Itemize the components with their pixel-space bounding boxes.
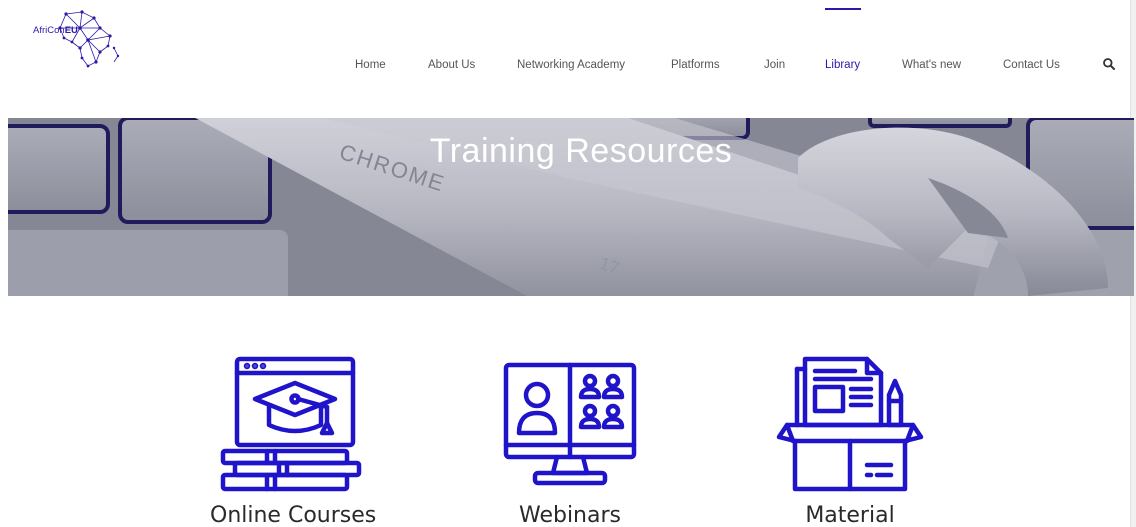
africa-network-logo-icon — [58, 10, 120, 68]
site-header: AfriConEU Home About Us Networking Acade… — [0, 0, 1136, 118]
material-icon — [776, 356, 924, 492]
logo-wordmark: AfriConEU — [33, 25, 78, 36]
category-label: Webinars — [518, 503, 621, 527]
hero-title: Training Resources — [429, 132, 733, 170]
category-label: Material — [805, 503, 895, 527]
nav-item-networking-academy[interactable]: Networking Academy — [517, 59, 625, 71]
nav-item-whats-new[interactable]: What's new — [902, 59, 961, 71]
category-online-courses[interactable]: Online Courses — [210, 355, 376, 527]
webinars-icon — [503, 362, 637, 486]
nav-item-join[interactable]: Join — [764, 59, 785, 71]
nav-item-about-us[interactable]: About Us — [428, 59, 475, 71]
category-webinars[interactable]: Webinars — [490, 355, 650, 527]
nav-item-contact-us[interactable]: Contact Us — [1003, 59, 1060, 71]
nav-item-platforms[interactable]: Platforms — [671, 59, 720, 71]
active-nav-indicator — [825, 8, 861, 10]
main-nav: Home About Us Networking Academy Platfor… — [340, 0, 1136, 118]
nav-item-home[interactable]: Home — [355, 59, 386, 71]
search-icon[interactable] — [1102, 57, 1116, 71]
logo-wordmark-suffix: EU — [64, 25, 78, 36]
nav-item-library[interactable]: Library — [825, 59, 860, 71]
hero-banner: CHROME 17 Training Resources — [8, 118, 1134, 296]
site-logo[interactable]: AfriConEU — [30, 8, 122, 70]
logo-wordmark-prefix: AfriCon — [33, 25, 65, 36]
category-label: Online Courses — [210, 503, 377, 527]
online-courses-icon — [220, 356, 362, 492]
category-material[interactable]: Material — [770, 355, 930, 527]
